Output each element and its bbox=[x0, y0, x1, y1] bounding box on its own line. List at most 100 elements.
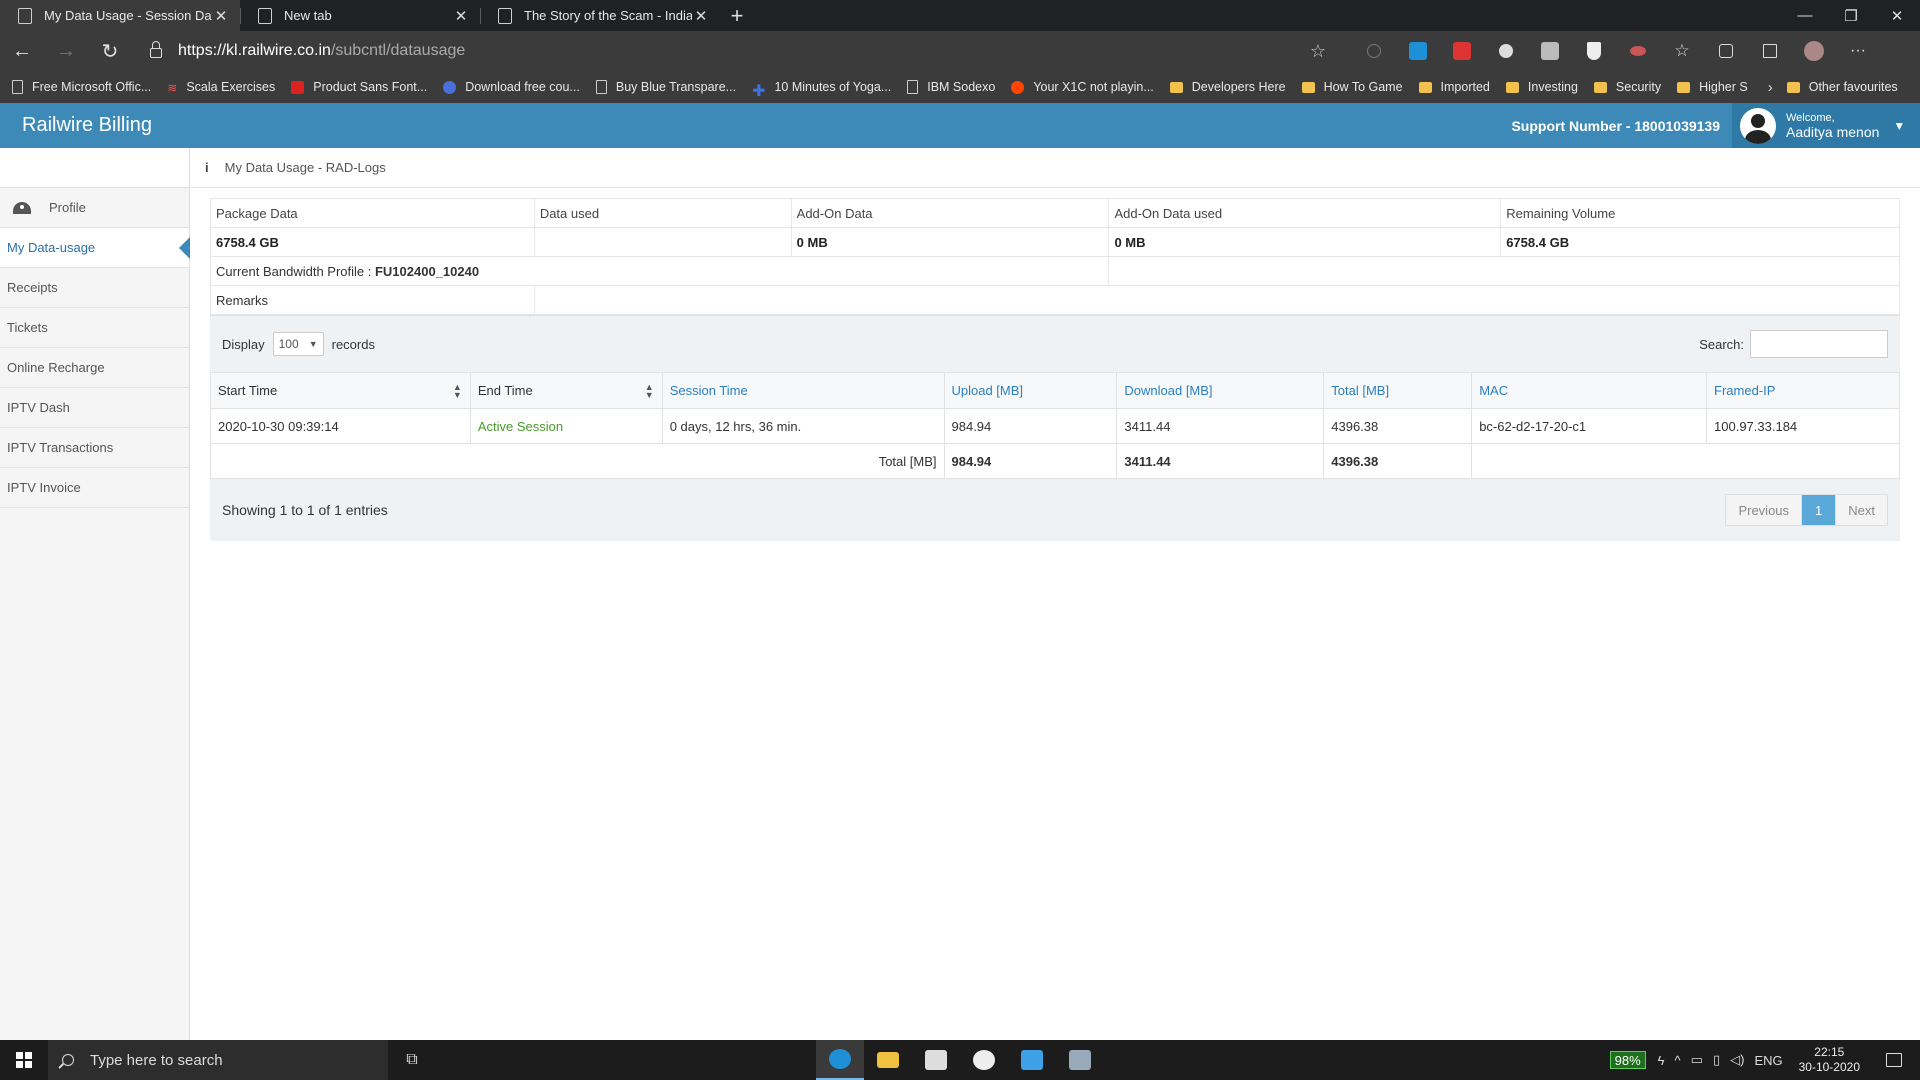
column-header-total[interactable]: Total [MB] bbox=[1323, 372, 1473, 409]
extension-icons: ☆ ··· bbox=[1352, 31, 1880, 71]
close-icon[interactable]: ✕ bbox=[212, 7, 230, 25]
cell-upload: 984.94 bbox=[943, 408, 1118, 444]
favorite-star-icon[interactable]: ☆ bbox=[1310, 41, 1326, 62]
task-view-icon[interactable]: ⧉ bbox=[388, 1051, 436, 1069]
battery-indicator[interactable]: 98% bbox=[1609, 1051, 1646, 1069]
bookmark-folder[interactable]: How To Game bbox=[1301, 80, 1403, 94]
collections-icon[interactable] bbox=[1704, 31, 1748, 71]
bandwidth-profile: Current Bandwidth Profile : FU102400_102… bbox=[209, 256, 1110, 286]
bookmark-item[interactable]: Free Microsoft Offic... bbox=[12, 80, 151, 94]
bookmark-folder[interactable]: Investing bbox=[1505, 80, 1578, 94]
column-header-end-time[interactable]: End Time ▲ ▼ bbox=[469, 372, 663, 409]
bookmark-folder[interactable]: Higher S bbox=[1677, 80, 1748, 94]
newtab-page-icon bbox=[258, 7, 272, 24]
brand-title[interactable]: Railwire Billing bbox=[22, 114, 152, 137]
user-menu[interactable]: Welcome, Aaditya menon ▼ bbox=[1732, 103, 1920, 148]
caret-down-icon[interactable]: ▼ bbox=[1893, 119, 1905, 133]
bookmark-folder[interactable]: Imported bbox=[1418, 80, 1490, 94]
page-1-button[interactable]: 1 bbox=[1801, 495, 1836, 525]
tab-story-of-scam[interactable]: The Story of the Scam - Indiasco ✕ bbox=[480, 0, 720, 31]
share-icon[interactable] bbox=[1748, 31, 1792, 71]
sidebar-item-online-recharge[interactable]: Online Recharge bbox=[0, 348, 189, 388]
volume-icon[interactable]: ◁) bbox=[1730, 1052, 1744, 1068]
extension-grid-icon[interactable] bbox=[1528, 31, 1572, 71]
bookmark-folder[interactable]: Security bbox=[1593, 80, 1662, 94]
notification-icon[interactable] bbox=[1886, 1053, 1902, 1067]
bookmark-label: Your X1C not playin... bbox=[1033, 80, 1154, 94]
sidebar-item-my-data-usage[interactable]: My Data-usage bbox=[0, 228, 190, 268]
store-icon[interactable] bbox=[912, 1040, 960, 1080]
sidebar-item-receipts[interactable]: Receipts bbox=[0, 268, 189, 308]
bandwidth-value: FU102400_10240 bbox=[374, 263, 480, 279]
close-icon[interactable]: ✕ bbox=[452, 7, 470, 25]
bookmark-label: Security bbox=[1615, 80, 1662, 94]
chevron-up-icon[interactable]: ^ bbox=[1675, 1053, 1681, 1068]
search-input[interactable] bbox=[1750, 330, 1888, 358]
sidebar-item-iptv-transactions[interactable]: IPTV Transactions bbox=[0, 428, 189, 468]
close-icon[interactable]: ✕ bbox=[692, 7, 710, 25]
lock-icon[interactable] bbox=[150, 41, 162, 58]
column-header-download[interactable]: Download [MB] bbox=[1116, 372, 1325, 409]
info-circle-icon[interactable] bbox=[1352, 31, 1396, 71]
close-window-icon[interactable]: ✕ bbox=[1874, 0, 1920, 31]
bookmark-item[interactable]: Download free cou... bbox=[443, 80, 580, 94]
extension-red-icon[interactable] bbox=[1440, 31, 1484, 71]
back-icon[interactable]: ← bbox=[0, 31, 44, 71]
xbox-icon[interactable] bbox=[960, 1040, 1008, 1080]
table-row: 2020-10-30 09:39:14 Active Session 0 day… bbox=[210, 408, 1900, 444]
extension-circle-icon[interactable] bbox=[1484, 31, 1528, 71]
previous-button[interactable]: Previous bbox=[1726, 495, 1802, 525]
battery-icon[interactable]: ▭ bbox=[1691, 1052, 1703, 1068]
main-content: Package Data Data used Add-On Data Add-O… bbox=[209, 198, 1901, 541]
extension-blue-icon[interactable] bbox=[1396, 31, 1440, 71]
taskbar-apps bbox=[816, 1040, 1104, 1080]
sidebar-item-iptv-dash[interactable]: IPTV Dash bbox=[0, 388, 189, 428]
taskbar-search[interactable]: Type here to search bbox=[48, 1040, 388, 1080]
forward-icon[interactable]: → bbox=[44, 31, 88, 71]
sidebar-item-tickets[interactable]: Tickets bbox=[0, 308, 189, 348]
column-header-framed-ip[interactable]: Framed-IP bbox=[1706, 372, 1900, 409]
next-button[interactable]: Next bbox=[1835, 495, 1887, 525]
network-icon[interactable]: ▯ bbox=[1713, 1052, 1720, 1068]
page-size-select[interactable]: 100 ▼ bbox=[272, 332, 324, 356]
address-bar[interactable]: https://kl.railwire.co.in/subcntl/dataus… bbox=[140, 35, 1336, 67]
sidebar-item-iptv-invoice[interactable]: IPTV Invoice bbox=[0, 468, 189, 508]
language-indicator[interactable]: ENG bbox=[1754, 1053, 1782, 1068]
clock[interactable]: 22:15 30-10-2020 bbox=[1799, 1045, 1860, 1075]
bookmark-item[interactable]: Your X1C not playin... bbox=[1011, 80, 1154, 94]
bookmark-item[interactable]: IBM Sodexo bbox=[907, 80, 995, 94]
tab-title: My Data Usage - Session Data bbox=[44, 8, 212, 23]
bookmark-item[interactable]: ≋ Scala Exercises bbox=[167, 80, 275, 95]
sort-icon: ▲ ▼ bbox=[452, 382, 462, 400]
notes-app-icon[interactable] bbox=[1008, 1040, 1056, 1080]
tab-new-tab[interactable]: New tab ✕ bbox=[240, 0, 480, 31]
shield-icon[interactable] bbox=[1572, 31, 1616, 71]
totals-empty-cell bbox=[1471, 443, 1900, 479]
file-explorer-icon[interactable] bbox=[864, 1040, 912, 1080]
bookmark-item[interactable]: ✚ 10 Minutes of Yoga... bbox=[752, 80, 891, 100]
column-header-start-time[interactable]: Start Time ▲ ▼ bbox=[210, 372, 471, 409]
refresh-icon[interactable]: ↻ bbox=[88, 31, 132, 71]
start-button[interactable] bbox=[0, 1040, 48, 1080]
sidebar-item-profile[interactable]: Profile bbox=[0, 188, 189, 228]
edge-browser-icon[interactable] bbox=[816, 1040, 864, 1080]
column-header-mac[interactable]: MAC bbox=[1471, 372, 1708, 409]
font-icon bbox=[291, 80, 305, 94]
bookmark-item[interactable]: Product Sans Font... bbox=[291, 80, 427, 94]
desktop-app-icon[interactable] bbox=[1056, 1040, 1104, 1080]
tab-my-data-usage[interactable]: My Data Usage - Session Data ✕ bbox=[0, 0, 240, 31]
page-icon bbox=[18, 7, 32, 24]
restore-icon[interactable]: ❐ bbox=[1828, 0, 1874, 31]
profile-avatar-icon[interactable] bbox=[1792, 31, 1836, 71]
bookmark-item[interactable]: Buy Blue Transpare... bbox=[595, 80, 736, 94]
other-favourites-folder[interactable]: Other favourites bbox=[1786, 80, 1898, 94]
minimize-icon[interactable]: — bbox=[1782, 0, 1828, 31]
chevron-right-icon[interactable]: › bbox=[1768, 79, 1773, 96]
favorites-icon[interactable]: ☆ bbox=[1660, 31, 1704, 71]
extension-mask-icon[interactable] bbox=[1616, 31, 1660, 71]
bookmark-folder[interactable]: Developers Here bbox=[1169, 80, 1286, 94]
column-header-session-time[interactable]: Session Time bbox=[661, 372, 945, 409]
new-tab-button[interactable]: + bbox=[720, 0, 754, 31]
column-header-upload[interactable]: Upload [MB] bbox=[943, 372, 1118, 409]
more-menu-icon[interactable]: ··· bbox=[1836, 31, 1880, 71]
